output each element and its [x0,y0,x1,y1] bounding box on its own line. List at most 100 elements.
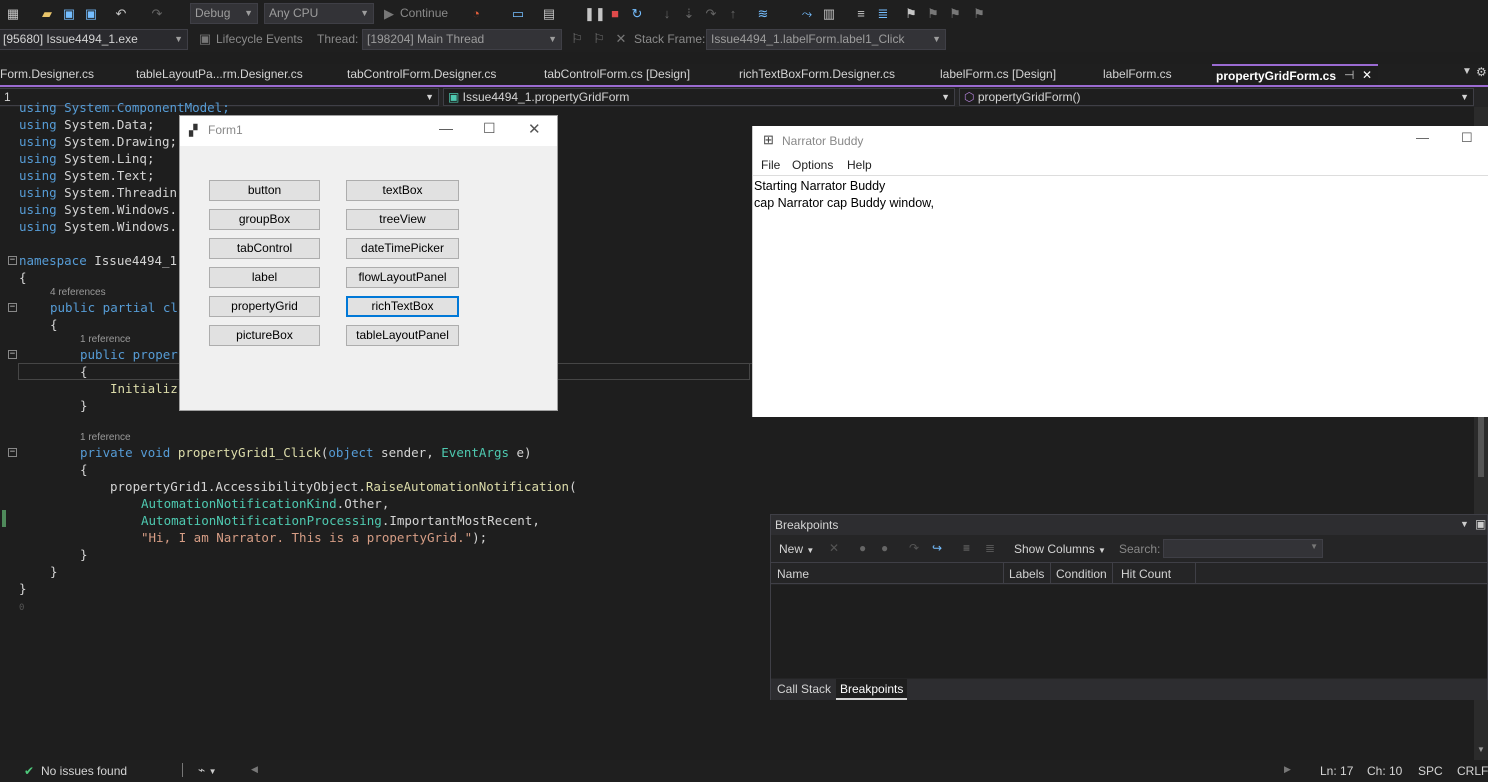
narrator-log[interactable]: Starting Narrator Buddy cap Narrator cap… [754,178,934,212]
delete-icon[interactable]: ✕ [829,541,839,555]
scrollbar-thumb[interactable] [1478,417,1484,477]
settings-icon[interactable]: ⚙ [1476,65,1487,79]
step-back-icon[interactable]: ↷ [702,5,720,23]
fold-toggle-icon[interactable]: − [8,350,17,359]
close-tab-icon[interactable]: ✕ [1362,65,1372,85]
minimize-icon[interactable]: — [1416,130,1429,145]
tab-tabcontrol-designer[interactable]: tabControlForm.Designer.cs [343,64,496,85]
column-hit-count[interactable]: Hit Count [1121,567,1171,581]
save-all-icon[interactable]: ▣ [82,5,100,23]
member-dropdown[interactable]: ⬡ propertyGridForm() ▼ [959,88,1474,106]
bookmark-icon[interactable]: ⚑ [902,5,920,23]
column-divider[interactable] [1003,563,1004,584]
codelens-references[interactable]: 4 references [50,287,106,298]
fold-toggle-icon[interactable]: − [8,256,17,265]
datetimepicker-button[interactable]: dateTimePicker [346,238,459,259]
redo-icon[interactable]: ↷ [148,5,166,23]
pause-icon[interactable]: ❚❚ [584,5,606,23]
narrator-titlebar[interactable]: ⊞ Narrator Buddy — ☐ [753,126,1488,156]
menu-options[interactable]: Options [792,158,833,172]
process-dropdown[interactable]: [95680] Issue4494_1.exe ▼ [0,29,188,50]
step-over-icon[interactable]: ⇣ [680,5,698,23]
treeview-button[interactable]: treeView [346,209,459,230]
minimize-icon[interactable]: — [439,120,453,136]
richtextbox-button[interactable]: richTextBox [346,296,459,317]
show-columns-button[interactable]: Show Columns ▼ [1014,542,1106,556]
pin-icon[interactable]: ⊣ [1344,65,1354,85]
column-divider[interactable] [1050,563,1051,584]
tab-call-stack[interactable]: Call Stack [777,682,831,696]
tab-labelform[interactable]: labelForm.cs [1099,64,1172,85]
tab-form-designer[interactable]: Form.Designer.cs [0,64,94,85]
search-input[interactable]: ▼ [1163,539,1323,558]
whitespace-indicator[interactable]: SPC [1418,764,1443,778]
step-out-icon[interactable]: ↑ [724,5,742,23]
narrator-buddy-window[interactable]: ⊞ Narrator Buddy — ☐ File Options Help S… [752,126,1488,417]
menu-file[interactable]: File [761,158,780,172]
outdent-icon[interactable]: ≣ [874,5,892,23]
cleanup-brush-icon[interactable]: ⌁ ▼ [198,763,216,777]
stop-icon[interactable]: ■ [606,5,624,23]
flag-thread-icon[interactable]: ⚐ [590,30,608,48]
groupbox-button[interactable]: groupBox [209,209,320,230]
indent-icon[interactable]: ≡ [852,5,870,23]
form1-titlebar[interactable]: ▞ Form1 — ☐ ✕ [180,116,557,146]
window-icon[interactable]: ▭ [509,5,527,23]
flowlayoutpanel-button[interactable]: flowLayoutPanel [346,267,459,288]
step-into-icon[interactable]: ↓ [658,5,676,23]
propertygrid-button[interactable]: propertyGrid [209,296,320,317]
issues-status[interactable]: No issues found [41,764,127,778]
new-breakpoint-button[interactable]: New ▼ [779,542,814,556]
codelens-references[interactable]: 1 reference [80,432,131,443]
lifecycle-events-button[interactable]: Lifecycle Events [216,29,303,49]
line-ending-indicator[interactable]: CRLF [1457,764,1488,778]
form1-window[interactable]: ▞ Form1 — ☐ ✕ button textBox groupBox tr… [179,115,558,411]
go-to-source-icon[interactable]: ↷ [909,541,919,555]
delete-all-icon[interactable]: ● [859,541,866,555]
open-folder-icon[interactable]: ▰ [38,5,56,23]
configuration-dropdown[interactable]: Debug ▼ [190,3,258,24]
layout-icon[interactable]: ▤ [540,5,558,23]
scroll-left-icon[interactable]: ◀ [251,764,258,775]
flag-only-icon[interactable]: ✕ [612,30,630,48]
next-bookmark-icon[interactable]: ⚑ [946,5,964,23]
breakpoints-list[interactable] [771,585,1487,678]
menu-help[interactable]: Help [847,158,872,172]
type-dropdown[interactable]: ▣ Issue4494_1.propertyGridForm ▼ [443,88,955,106]
hot-reload-icon[interactable]: ◔ [467,5,485,23]
picturebox-button[interactable]: pictureBox [209,325,320,346]
column-labels[interactable]: Labels [1009,567,1044,581]
fold-toggle-icon[interactable]: − [8,303,17,312]
tabcontrol-button[interactable]: tabControl [209,238,320,259]
tab-richtextbox-designer[interactable]: richTextBoxForm.Designer.cs [735,64,895,85]
column-name[interactable]: Name [777,567,809,581]
column-number[interactable]: Ch: 10 [1367,764,1402,778]
column-condition[interactable]: Condition [1056,567,1107,581]
stack-frame-dropdown[interactable]: Issue4494_1.labelForm.label1_Click ▼ [706,29,946,50]
column-divider[interactable] [1112,563,1113,584]
panel-dock-icon[interactable]: ▣ [1475,517,1486,531]
tab-breakpoints[interactable]: Breakpoints [836,679,908,700]
fold-toggle-icon[interactable]: − [8,448,17,457]
maximize-icon[interactable]: ☐ [1461,130,1473,146]
export-icon[interactable]: ≡ [963,541,970,555]
codelens-references[interactable]: 1 reference [80,334,131,345]
columns-icon[interactable]: ▥ [820,5,838,23]
undo-icon[interactable]: ↶ [112,5,130,23]
pointer-icon[interactable]: ⤳ [798,5,816,23]
clear-bookmark-icon[interactable]: ⚑ [970,5,988,23]
tab-propertygridform[interactable]: propertyGridForm.cs ⊣ ✕ [1212,64,1378,85]
scroll-down-icon[interactable]: ▼ [1477,745,1485,754]
column-divider[interactable] [1195,563,1196,584]
flag-icon[interactable]: ⚐ [568,30,586,48]
new-project-icon[interactable]: ▦ [4,5,22,23]
panel-menu-icon[interactable]: ▼ [1460,519,1469,529]
label-button[interactable]: label [209,267,320,288]
platform-dropdown[interactable]: Any CPU ▼ [264,3,374,24]
prev-bookmark-icon[interactable]: ⚑ [924,5,942,23]
tab-tablelayout-designer[interactable]: tableLayoutPa...rm.Designer.cs [132,64,303,85]
scroll-right-icon[interactable]: ▶ [1284,764,1291,775]
go-to-disassembly-icon[interactable]: ↪ [932,541,942,555]
textbox-button[interactable]: textBox [346,180,459,201]
button-button[interactable]: button [209,180,320,201]
